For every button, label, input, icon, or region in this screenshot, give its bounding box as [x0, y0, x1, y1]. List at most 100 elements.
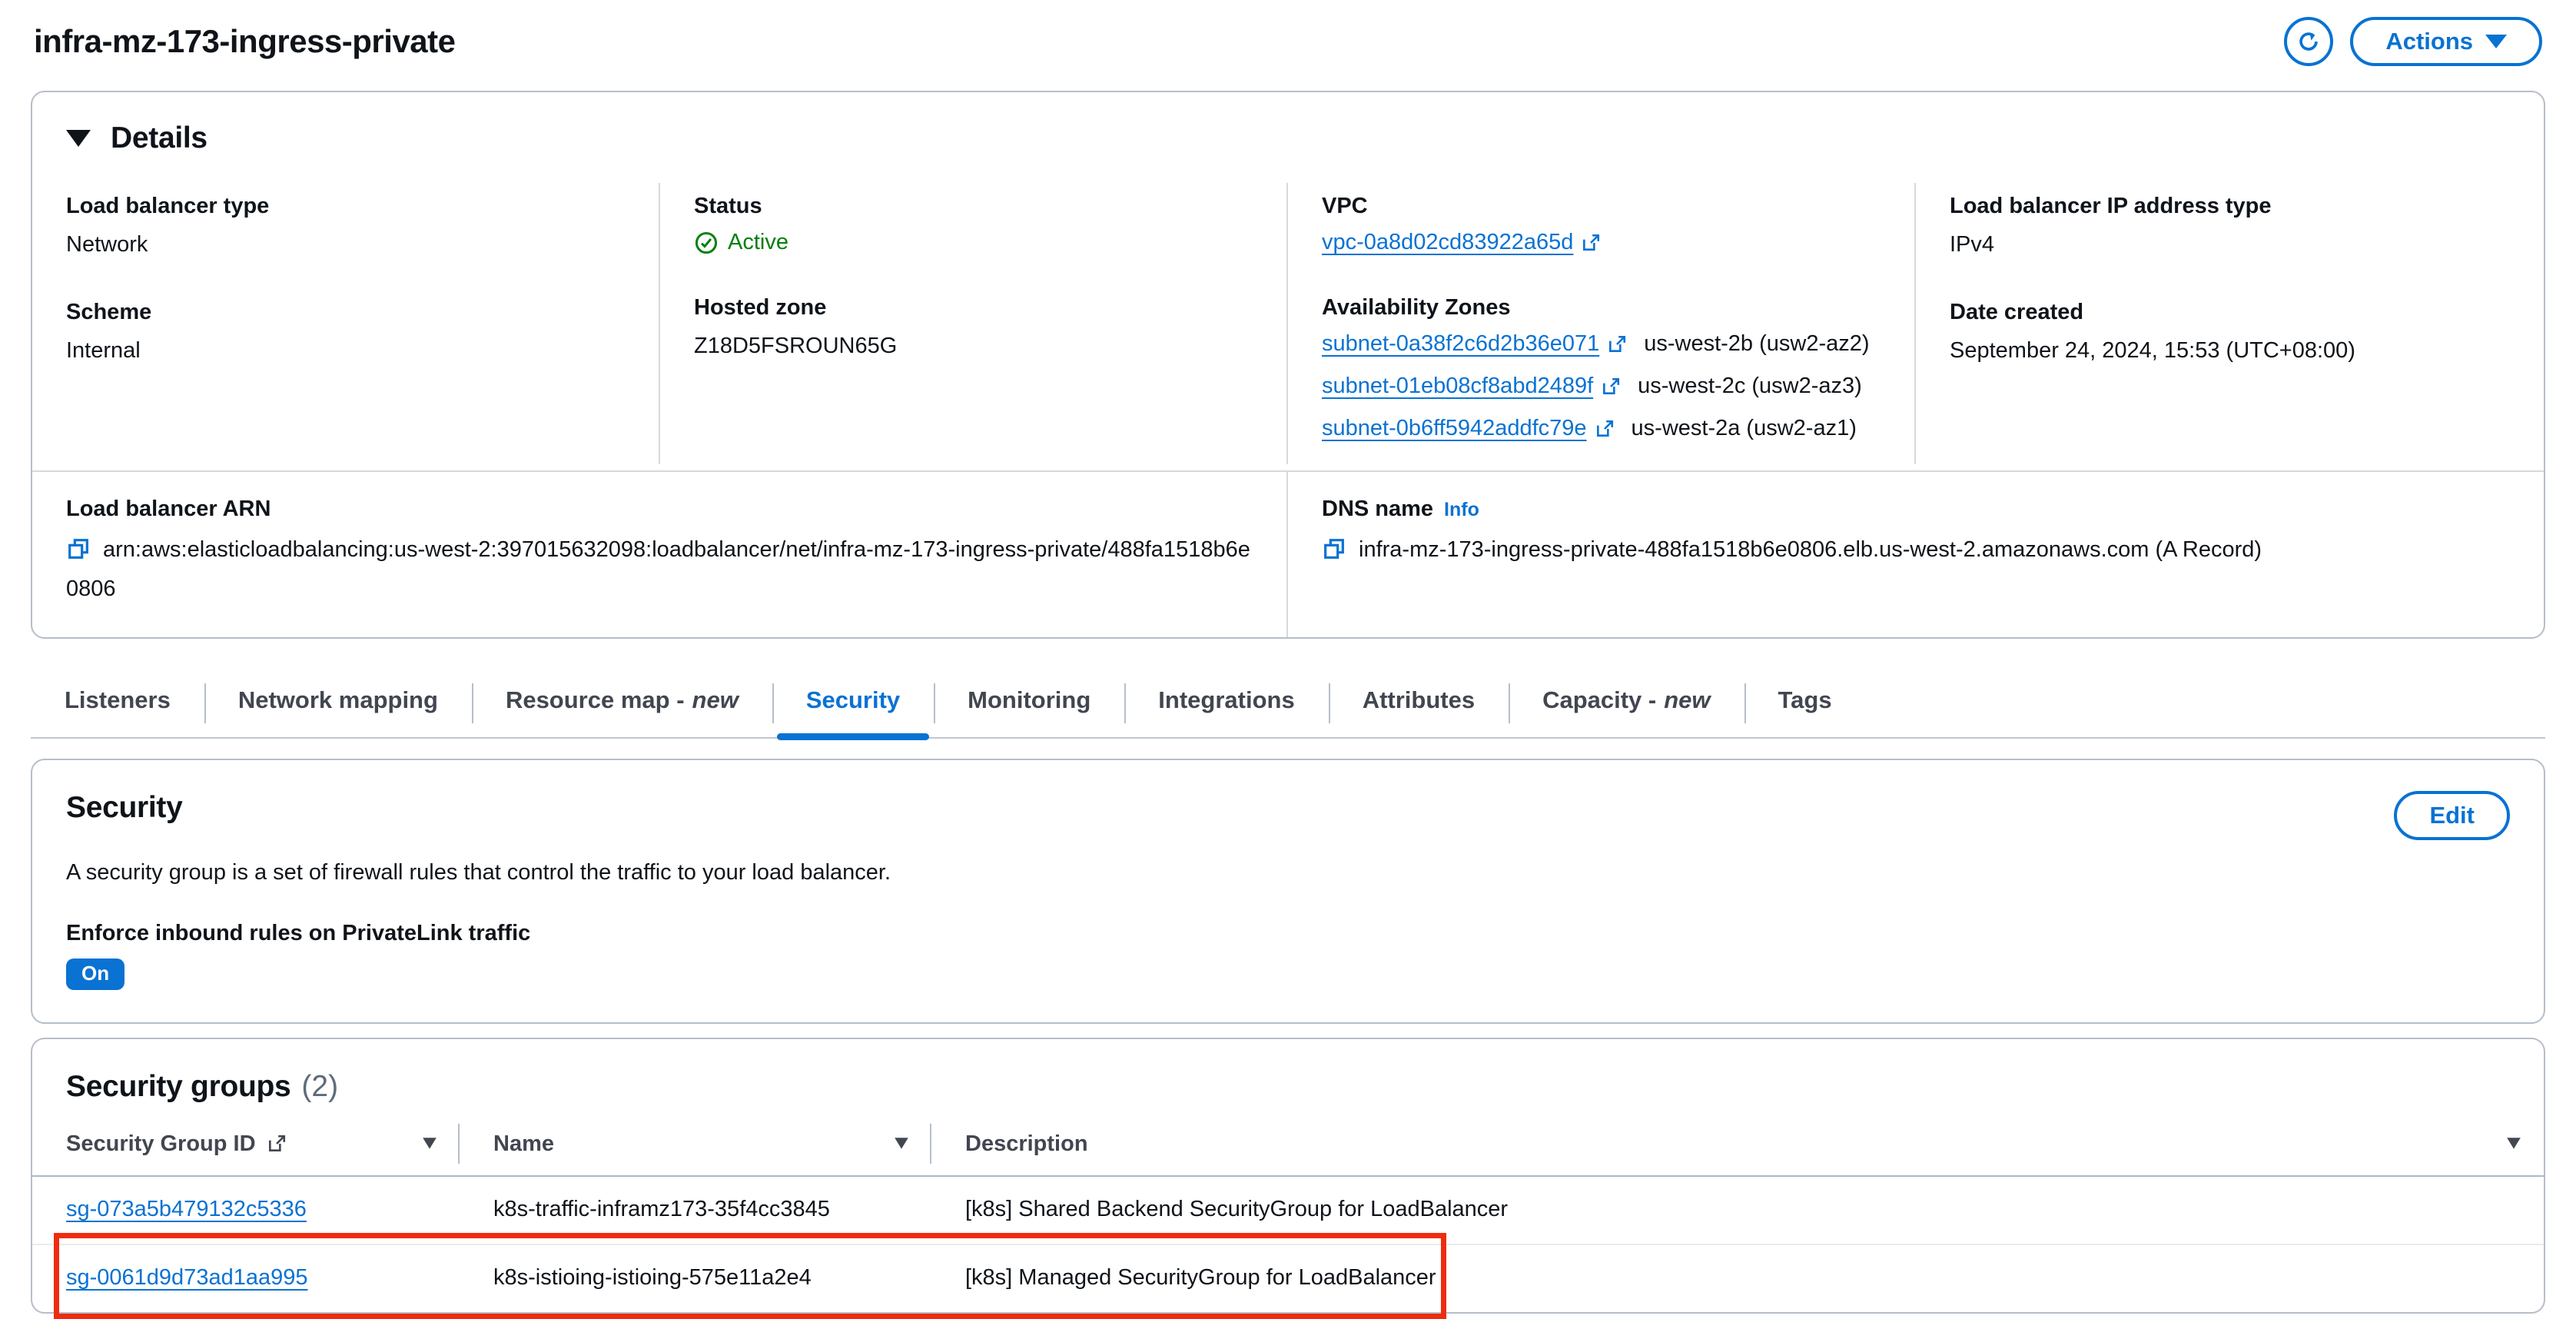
- details-column-4: Load balancer IP address type IPv4 Date …: [1916, 183, 2544, 464]
- details-section-header[interactable]: Details: [32, 92, 2544, 175]
- field-label: Availability Zones: [1322, 295, 1511, 320]
- tab-attributes[interactable]: Attributes: [1328, 682, 1509, 737]
- az-zone-text: us-west-2c (usw2-az3): [1638, 374, 1862, 398]
- security-groups-title: Security groups: [66, 1069, 291, 1103]
- field-label: Load balancer IP address type: [1950, 194, 2272, 218]
- security-description: A security group is a set of firewall ru…: [66, 859, 891, 885]
- subnet-link-3[interactable]: subnet-0b6ff5942addfc79e: [1322, 416, 1615, 441]
- details-column-3: VPC vpc-0a8d02cd83922a65d Availability Z…: [1288, 183, 1916, 464]
- field-status: Status Active: [694, 194, 1253, 255]
- external-link-icon: [267, 1134, 287, 1154]
- details-bottom-row: Load balancer ARN arn:aws:elasticloadbal…: [32, 470, 2544, 637]
- az-row: subnet-0a38f2c6d2b36e071 us-west-2b (usw…: [1322, 331, 1881, 357]
- status-text: Active: [728, 230, 788, 254]
- sort-triangle-icon: [893, 1136, 910, 1151]
- triangle-down-icon: [66, 130, 91, 147]
- check-circle-icon: [694, 231, 719, 255]
- cell-security-group-id: sg-0061d9d73ad1aa995: [32, 1245, 460, 1312]
- field-label: VPC: [1322, 194, 1368, 218]
- subnet-link-2[interactable]: subnet-01eb08cf8abd2489f: [1322, 374, 1621, 399]
- page-header: infra-mz-173-ingress-private Actions: [31, 0, 2545, 71]
- field-value: Internal: [66, 338, 141, 364]
- column-header-name[interactable]: Name: [460, 1123, 931, 1175]
- details-column-1: Load balancer type Network Scheme Intern…: [32, 183, 660, 464]
- field-label: Scheme: [66, 300, 152, 325]
- tab-listeners[interactable]: Listeners: [31, 682, 204, 737]
- field-dns-name: DNS name Info infra-mz-173-ingress-privat…: [1288, 472, 2544, 637]
- subnet-link-text: subnet-01eb08cf8abd2489f: [1322, 374, 1594, 398]
- security-group-link-text: sg-0061d9d73ad1aa995: [66, 1264, 308, 1290]
- field-label: Date created: [1950, 300, 2084, 325]
- cell-description: [k8s] Managed SecurityGroup for LoadBala…: [965, 1264, 1436, 1290]
- vpc-link[interactable]: vpc-0a8d02cd83922a65d: [1322, 230, 1601, 255]
- copy-icon[interactable]: [66, 537, 91, 572]
- page-title: infra-mz-173-ingress-private: [34, 23, 456, 59]
- column-header-description[interactable]: Description: [931, 1124, 2544, 1175]
- details-column-2: Status Active Hosted zone Z18D5FSROUN65G: [660, 183, 1288, 464]
- security-groups-header: Security groups (2): [32, 1039, 2544, 1124]
- field-date-created: Date created September 24, 2024, 15:53 (…: [1950, 300, 2510, 366]
- dns-text: infra-mz-173-ingress-private-488fa1518b6…: [1359, 537, 2262, 562]
- tab-security[interactable]: Security: [772, 682, 934, 740]
- dns-value: infra-mz-173-ingress-private-488fa1518b6…: [1322, 533, 2510, 572]
- az-zone-text: us-west-2a (usw2-az1): [1631, 416, 1857, 440]
- caret-down-icon: [2485, 35, 2507, 48]
- column-header-label: Security Group ID: [66, 1131, 256, 1156]
- column-header-label: Description: [965, 1131, 1088, 1156]
- security-panel: Security Edit A security group is a set …: [31, 758, 2545, 1024]
- tabs-bar: Listeners Network mapping Resource map -…: [31, 682, 2545, 740]
- details-panel: Details Load balancer type Network Schem…: [31, 91, 2545, 639]
- status-badge: Active: [694, 230, 1253, 255]
- column-header-security-group-id[interactable]: Security Group ID: [32, 1123, 460, 1175]
- security-group-link-text: sg-073a5b479132c5336: [66, 1196, 307, 1221]
- actions-button[interactable]: Actions: [2350, 17, 2542, 66]
- security-group-link[interactable]: sg-0061d9d73ad1aa995: [66, 1265, 307, 1291]
- field-label: Status: [694, 194, 762, 218]
- vpc-link-text: vpc-0a8d02cd83922a65d: [1322, 230, 1574, 254]
- refresh-button[interactable]: [2284, 17, 2334, 66]
- field-value: Z18D5FSROUN65G: [694, 334, 898, 358]
- field-value: September 24, 2024, 15:53 (UTC+08:00): [1950, 338, 2355, 364]
- field-load-balancer-type: Load balancer type Network: [66, 194, 625, 260]
- enforce-on-badge: On: [66, 958, 125, 990]
- refresh-icon: [2295, 28, 2322, 55]
- security-header: Security Edit: [32, 760, 2544, 840]
- load-balancer-detail-page: infra-mz-173-ingress-private Actions Det…: [0, 0, 2576, 1319]
- tab-integrations[interactable]: Integrations: [1124, 682, 1328, 737]
- table-row: sg-0061d9d73ad1aa995 k8s-istioing-istioi…: [32, 1232, 2544, 1319]
- tab-network-mapping[interactable]: Network mapping: [204, 682, 472, 737]
- details-title: Details: [111, 121, 207, 154]
- edit-button[interactable]: Edit: [2394, 790, 2510, 840]
- actions-button-label: Actions: [2385, 28, 2473, 55]
- field-hosted-zone: Hosted zone Z18D5FSROUN65G: [694, 295, 1253, 361]
- field-value: IPv4: [1950, 232, 1995, 257]
- security-group-link[interactable]: sg-073a5b479132c5336: [66, 1197, 307, 1222]
- field-availability-zones: Availability Zones subnet-0a38f2c6d2b36e…: [1322, 295, 1881, 441]
- info-link[interactable]: Info: [1444, 499, 1479, 520]
- security-groups-table: Security Group ID Name Description sg-07…: [32, 1123, 2544, 1319]
- sort-triangle-icon: [421, 1136, 438, 1151]
- field-label: Load balancer type: [66, 194, 270, 218]
- cell-name: k8s-istioing-istioing-575e11a2e4: [493, 1264, 812, 1290]
- tab-monitoring[interactable]: Monitoring: [934, 682, 1124, 737]
- security-groups-panel: Security groups (2) Security Group ID Na…: [31, 1037, 2545, 1319]
- external-link-icon: [1581, 233, 1601, 253]
- field-vpc: VPC vpc-0a8d02cd83922a65d: [1322, 194, 1881, 255]
- cell-name: k8s-traffic-inframz173-35f4cc3845: [493, 1196, 830, 1221]
- external-link-icon: [1595, 419, 1615, 439]
- header-controls: Actions: [2284, 17, 2542, 66]
- field-ip-address-type: Load balancer IP address type IPv4: [1950, 194, 2510, 260]
- field-label: Load balancer ARN: [66, 497, 271, 521]
- details-grid: Load balancer type Network Scheme Intern…: [32, 175, 2544, 470]
- tab-capacity[interactable]: Capacity - new: [1509, 682, 1744, 737]
- enforce-inbound-label: Enforce inbound rules on PrivateLink tra…: [66, 920, 531, 945]
- tab-resource-map[interactable]: Resource map - new: [471, 682, 772, 737]
- field-label: Hosted zone: [694, 295, 827, 320]
- sort-triangle-icon: [2505, 1136, 2522, 1151]
- column-header-label: Name: [493, 1131, 554, 1156]
- subnet-link-1[interactable]: subnet-0a38f2c6d2b36e071: [1322, 331, 1627, 357]
- external-link-icon: [1601, 377, 1621, 397]
- copy-icon[interactable]: [1322, 537, 1346, 572]
- field-load-balancer-arn: Load balancer ARN arn:aws:elasticloadbal…: [32, 472, 1288, 637]
- tab-tags[interactable]: Tags: [1744, 682, 1866, 737]
